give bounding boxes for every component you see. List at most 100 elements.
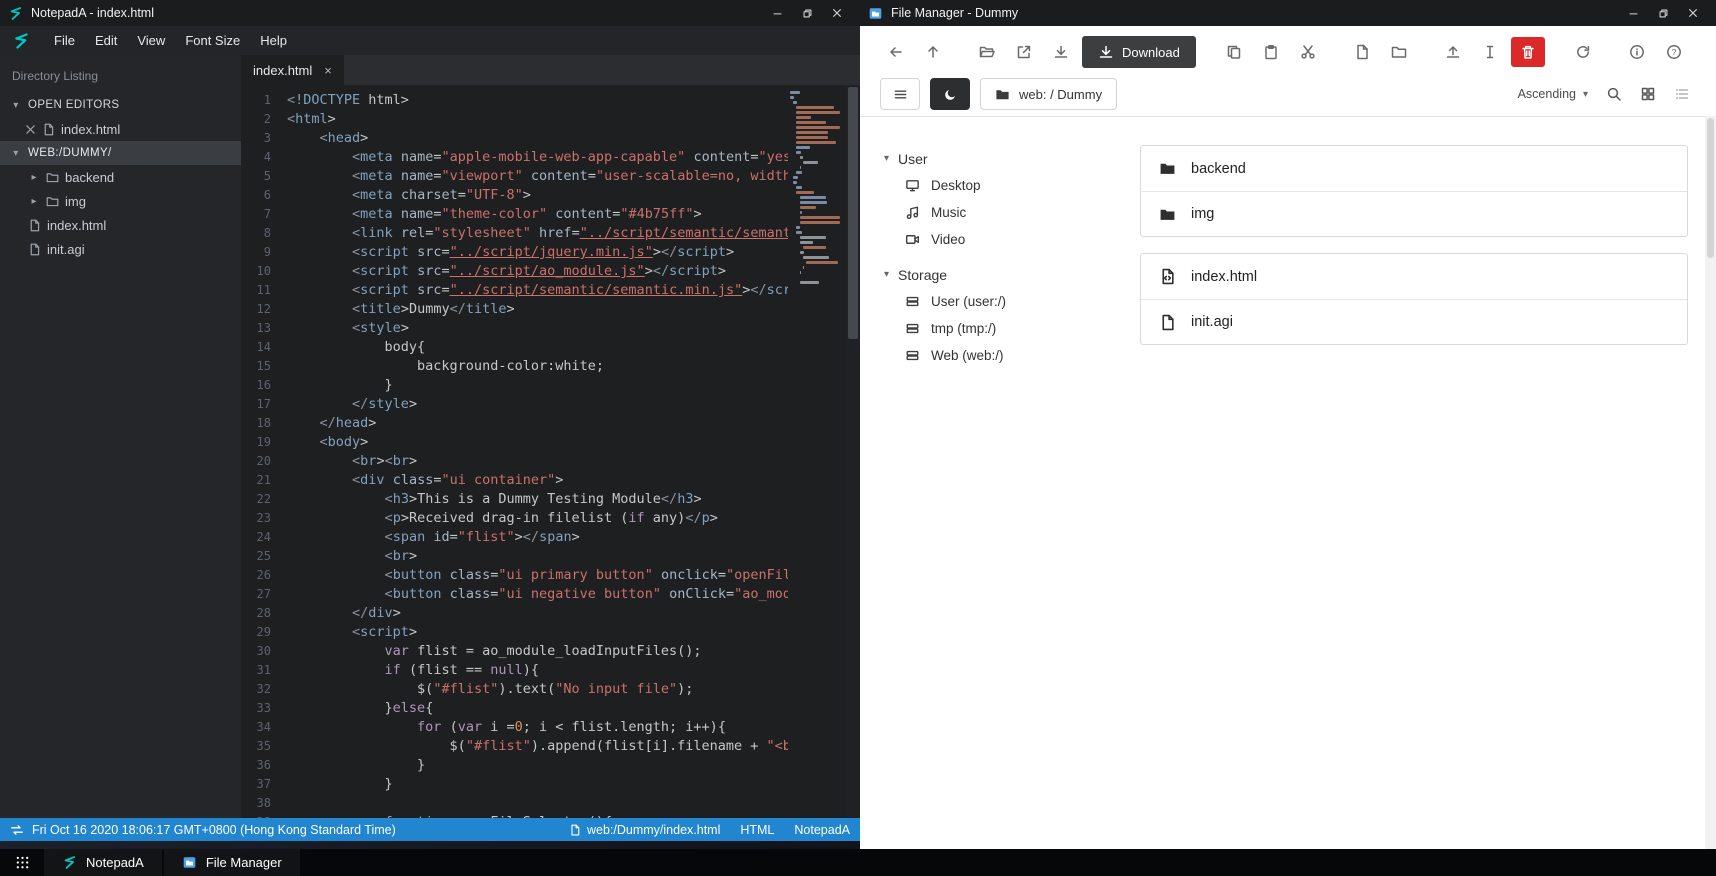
code-line-10[interactable]: 10 <script src="../script/ao_module.js">…: [241, 262, 788, 281]
code-line-16[interactable]: 16 }: [241, 376, 788, 395]
file-row-img[interactable]: img: [1141, 191, 1687, 236]
statusbar-file[interactable]: web:/Dummy/index.html: [569, 823, 720, 837]
app-launcher-button[interactable]: [0, 849, 44, 876]
copy-button[interactable]: [1218, 37, 1250, 67]
upload-button[interactable]: [1437, 37, 1469, 67]
code-line-37[interactable]: 37 }: [241, 775, 788, 794]
close-icon[interactable]: [822, 0, 852, 26]
tab-close-icon[interactable]: ×: [324, 63, 332, 78]
minimap[interactable]: [790, 91, 844, 286]
code-line-9[interactable]: 9 <script src="../script/jquery.min.js">…: [241, 243, 788, 262]
tree-item-music[interactable]: Music: [884, 199, 1132, 226]
sidebar-item-img[interactable]: ▸ img: [0, 189, 241, 213]
sidebar-item-init.agi[interactable]: init.agi: [0, 237, 241, 261]
restore-icon[interactable]: [1648, 0, 1678, 26]
code-line-7[interactable]: 7 <meta name="theme-color" content="#4b7…: [241, 205, 788, 224]
scrollbar-thumb[interactable]: [848, 87, 858, 339]
tree-item-user[interactable]: User (user:/): [884, 288, 1132, 315]
file-manager-titlebar[interactable]: File Manager - Dummy: [860, 0, 1716, 26]
cut-button[interactable]: [1292, 37, 1324, 67]
tree-item-tmp[interactable]: tmp (tmp:/): [884, 315, 1132, 342]
menu-font-size[interactable]: Font Size: [175, 29, 250, 52]
rename-button[interactable]: [1474, 37, 1506, 67]
open-button[interactable]: [971, 37, 1003, 67]
code-line-38[interactable]: 38: [241, 794, 788, 813]
tree-section-user[interactable]: ▾ User: [884, 145, 1132, 172]
dark-mode-toggle[interactable]: [930, 78, 970, 110]
menu-help[interactable]: Help: [250, 29, 297, 52]
menu-file[interactable]: File: [44, 29, 85, 52]
search-button[interactable]: [1606, 86, 1622, 102]
minimize-icon[interactable]: [1618, 0, 1648, 26]
delete-button[interactable]: [1510, 37, 1545, 67]
close-icon[interactable]: [1678, 0, 1708, 26]
file-row-backend[interactable]: backend: [1141, 146, 1687, 191]
info-button[interactable]: [1621, 37, 1653, 67]
back-button[interactable]: [880, 37, 912, 67]
menu-view[interactable]: View: [127, 29, 175, 52]
minimize-icon[interactable]: [762, 0, 792, 26]
code-line-3[interactable]: 3 <head>: [241, 129, 788, 148]
code-line-4[interactable]: 4 <meta name="apple-mobile-web-app-capab…: [241, 148, 788, 167]
code-line-34[interactable]: 34 for (var i =0; i < flist.length; i++)…: [241, 718, 788, 737]
refresh-button[interactable]: [1567, 37, 1599, 67]
open-editors-section[interactable]: ▾ OPEN EDITORS: [0, 93, 241, 117]
code-line-17[interactable]: 17 </style>: [241, 395, 788, 414]
code-line-29[interactable]: 29 <script>: [241, 623, 788, 642]
code-line-12[interactable]: 12 <title>Dummy</title>: [241, 300, 788, 319]
close-icon[interactable]: [24, 123, 36, 135]
code-line-2[interactable]: 2 <html>: [241, 110, 788, 129]
code-line-5[interactable]: 5 <meta name="viewport" content="user-sc…: [241, 167, 788, 186]
code-line-8[interactable]: 8 <link rel="stylesheet" href="../script…: [241, 224, 788, 243]
file-row-init.agi[interactable]: init.agi: [1141, 299, 1687, 344]
grid-view-button[interactable]: [1640, 86, 1656, 102]
sort-dropdown[interactable]: Ascending ▾: [1518, 87, 1588, 101]
code-line-31[interactable]: 31 if (flist == null){: [241, 661, 788, 680]
sidebar-item-backend[interactable]: ▸ backend: [0, 165, 241, 189]
code-line-33[interactable]: 33 }else{: [241, 699, 788, 718]
code-line-1[interactable]: 1 <!DOCTYPE html>: [241, 91, 788, 110]
code-line-39[interactable]: 39 function openFileSelector(){: [241, 813, 788, 818]
code-line-25[interactable]: 25 <br>: [241, 547, 788, 566]
code-line-20[interactable]: 20 <br><br>: [241, 452, 788, 471]
code-line-27[interactable]: 27 <button class="ui negative button" on…: [241, 585, 788, 604]
taskbar-item-file-manager[interactable]: File Manager: [163, 849, 300, 876]
paste-button[interactable]: [1255, 37, 1287, 67]
save-to-device-button[interactable]: [1045, 37, 1077, 67]
code-line-22[interactable]: 22 <h3>This is a Dummy Testing Module</h…: [241, 490, 788, 509]
code-line-11[interactable]: 11 <script src="../script/semantic/seman…: [241, 281, 788, 300]
code-line-13[interactable]: 13 <style>: [241, 319, 788, 338]
list-view-button[interactable]: [1674, 86, 1690, 102]
code-line-30[interactable]: 30 var flist = ao_module_loadInputFiles(…: [241, 642, 788, 661]
tree-item-video[interactable]: Video: [884, 226, 1132, 253]
tree-item-web[interactable]: Web (web:/): [884, 342, 1132, 369]
file-row-index.html[interactable]: index.html: [1141, 254, 1687, 299]
code-line-26[interactable]: 26 <button class="ui primary button" onc…: [241, 566, 788, 585]
tree-section-storage[interactable]: ▾ Storage: [884, 261, 1132, 288]
file-manager-scrollbar[interactable]: [1705, 116, 1716, 849]
open-editor-index.html[interactable]: index.html: [0, 117, 241, 141]
taskbar-item-notepada[interactable]: NotepadA: [44, 849, 162, 876]
breadcrumb[interactable]: web: / Dummy: [980, 78, 1118, 110]
help-button[interactable]: ?: [1658, 37, 1690, 67]
code-area[interactable]: 1 <!DOCTYPE html> 2 <html> 3 <head> 4 <meta n…: [241, 85, 860, 818]
new-folder-button[interactable]: [1383, 37, 1415, 67]
tree-item-desktop[interactable]: Desktop: [884, 172, 1132, 199]
code-line-14[interactable]: 14 body{: [241, 338, 788, 357]
code-line-23[interactable]: 23 <p>Received drag-in filelist (if any)…: [241, 509, 788, 528]
sidebar-item-index.html[interactable]: index.html: [0, 213, 241, 237]
menu-button[interactable]: [880, 78, 920, 110]
code-line-35[interactable]: 35 $("#flist").append(flist[i].filename …: [241, 737, 788, 756]
code-line-18[interactable]: 18 </head>: [241, 414, 788, 433]
code-line-36[interactable]: 36 }: [241, 756, 788, 775]
code-line-15[interactable]: 15 background-color:white;: [241, 357, 788, 376]
restore-icon[interactable]: [792, 0, 822, 26]
code-line-28[interactable]: 28 </div>: [241, 604, 788, 623]
open-in-new-window-button[interactable]: [1008, 37, 1040, 67]
code-line-32[interactable]: 32 $("#flist").text("No input file");: [241, 680, 788, 699]
code-line-24[interactable]: 24 <span id="flist"></span>: [241, 528, 788, 547]
statusbar-language[interactable]: HTML: [740, 823, 774, 837]
workspace-section[interactable]: ▾ WEB:/DUMMY/: [0, 141, 241, 165]
menu-edit[interactable]: Edit: [85, 29, 127, 52]
code-line-6[interactable]: 6 <meta charset="UTF-8">: [241, 186, 788, 205]
